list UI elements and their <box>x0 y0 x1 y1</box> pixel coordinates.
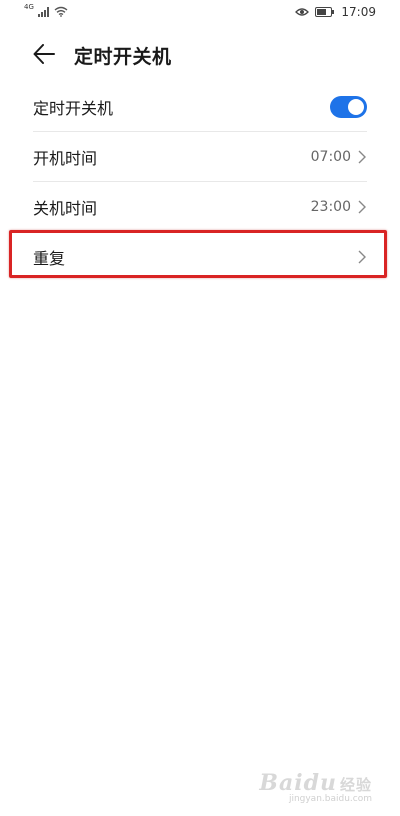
scheduled-power-label: 定时开关机 <box>33 98 114 118</box>
back-button[interactable] <box>30 40 58 68</box>
settings-list: 定时开关机 开机时间 07:00 关机时间 23:00 重复 <box>0 82 400 281</box>
power-on-time-right: 07:00 <box>311 149 367 165</box>
scheduled-power-toggle-row[interactable]: 定时开关机 <box>33 82 367 132</box>
power-off-time-label: 关机时间 <box>33 198 98 218</box>
status-right: 17:09 <box>295 5 376 19</box>
repeat-right <box>357 249 367 265</box>
power-on-time-label: 开机时间 <box>33 148 98 168</box>
wifi-icon <box>54 6 68 17</box>
scheduled-power-switch[interactable] <box>330 95 367 118</box>
power-off-time-right: 23:00 <box>311 199 367 215</box>
signal-icon <box>37 7 49 17</box>
arrow-left-icon <box>33 44 55 64</box>
power-on-time-row[interactable]: 开机时间 07:00 <box>33 132 367 182</box>
battery-icon <box>315 7 335 17</box>
watermark-logo-text: Baidu <box>259 770 337 796</box>
status-time: 17:09 <box>341 5 376 19</box>
switch-knob <box>348 98 364 115</box>
chevron-right-icon <box>358 150 366 163</box>
repeat-row[interactable]: 重复 <box>33 232 367 281</box>
power-off-time-value: 23:00 <box>310 198 351 215</box>
status-bar: 4G 17:09 <box>0 0 400 26</box>
watermark-suffix: 经验 <box>339 776 372 794</box>
page-title: 定时开关机 <box>74 46 172 68</box>
chevron-right-icon <box>358 200 366 213</box>
watermark-logo: Baidu 经验 <box>259 770 372 796</box>
chevron-right-icon <box>358 250 366 263</box>
watermark: Baidu 经验 jingyan.baidu.com <box>259 770 372 804</box>
page-header: 定时开关机 <box>0 36 400 72</box>
status-left: 4G <box>24 3 68 17</box>
power-on-time-value: 07:00 <box>310 148 351 165</box>
power-off-time-row[interactable]: 关机时间 23:00 <box>33 182 367 232</box>
repeat-label: 重复 <box>33 248 66 268</box>
eye-icon <box>295 8 310 16</box>
network-type-label: 4G <box>24 3 34 11</box>
